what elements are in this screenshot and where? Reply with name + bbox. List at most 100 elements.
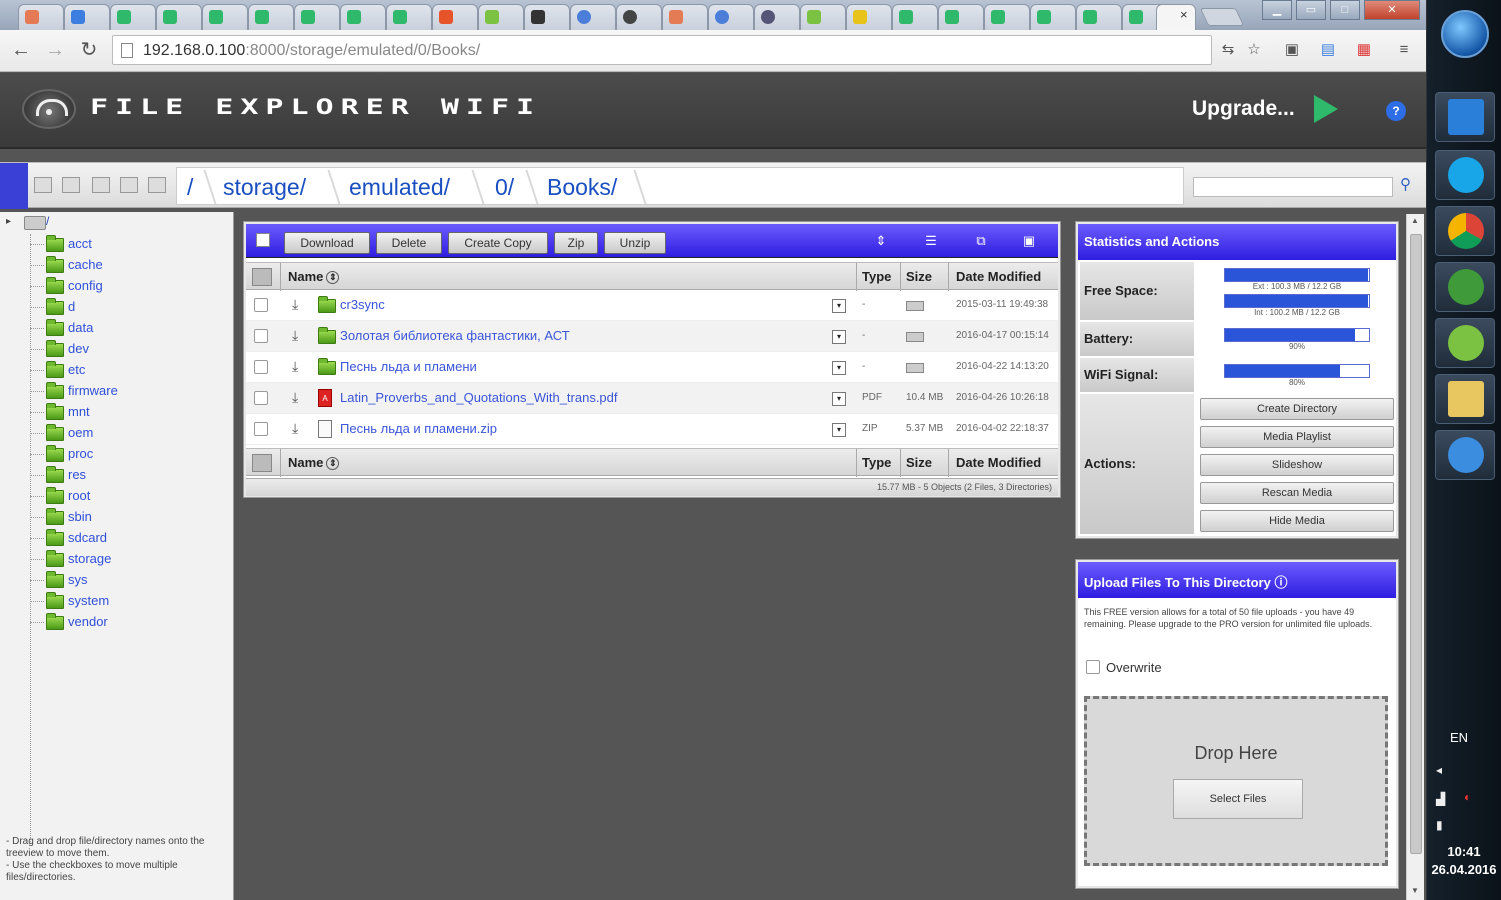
tree-item-label[interactable]: root <box>68 488 90 503</box>
row-menu-icon[interactable]: ▾ <box>832 361 846 375</box>
tray-clock[interactable]: 10:41 26.04.2016 <box>1430 843 1498 879</box>
tree-item-label[interactable]: etc <box>68 362 85 377</box>
overwrite-label[interactable]: Overwrite <box>1106 660 1162 675</box>
tree-toggle-icon[interactable]: ▸ <box>6 216 11 227</box>
download-icon[interactable]: ⤓ <box>292 389 298 406</box>
tree-item-label[interactable]: oem <box>68 425 93 440</box>
tree-item[interactable]: sbin <box>30 507 230 527</box>
tree-item[interactable]: sys <box>30 570 230 590</box>
tree-item[interactable]: acct <box>30 234 230 254</box>
browser-tab[interactable] <box>64 4 110 30</box>
new-tab-button[interactable] <box>1199 8 1245 26</box>
sort-toggle-icon[interactable]: ⇕ <box>326 457 340 470</box>
start-button-icon[interactable] <box>1441 10 1489 58</box>
bookmark-star-icon[interactable]: ☆ <box>1244 40 1264 60</box>
browser-tab[interactable] <box>294 4 340 30</box>
rescan-media-button[interactable]: Rescan Media <box>1200 482 1394 504</box>
taskbar-app[interactable] <box>1435 318 1495 368</box>
browser-tab[interactable] <box>1030 4 1076 30</box>
maximize-window-button[interactable]: □ <box>1330 0 1360 20</box>
tree-item-label[interactable]: data <box>68 320 93 335</box>
list-view-icon[interactable]: ☰ <box>922 233 940 249</box>
create-directory-button[interactable]: Create Directory <box>1200 398 1394 420</box>
music-icon[interactable] <box>148 177 166 193</box>
search-icon[interactable]: ⚲ <box>1400 175 1411 193</box>
tree-item-label[interactable]: cache <box>68 257 103 272</box>
file-name[interactable]: cr3sync <box>340 297 385 312</box>
browser-tab[interactable] <box>708 4 754 30</box>
taskbar-app[interactable] <box>1435 430 1495 480</box>
tree-item-label[interactable]: storage <box>68 551 111 566</box>
minimize-window-button[interactable]: ▁ <box>1262 0 1292 20</box>
browser-tab[interactable] <box>984 4 1030 30</box>
taskbar-app[interactable] <box>1435 92 1495 142</box>
browser-tab[interactable] <box>110 4 156 30</box>
browser-tab[interactable] <box>846 4 892 30</box>
taskbar-app[interactable] <box>1435 150 1495 200</box>
tree-item[interactable]: root <box>30 486 230 506</box>
sort-toggle-icon[interactable]: ⇕ <box>326 271 340 284</box>
column-name[interactable]: Name ⇕ <box>288 455 340 470</box>
table-row[interactable]: ⤓ Песнь льда и пламени ▾ - 2016-04-22 14… <box>246 352 1058 383</box>
tree-item-label[interactable]: system <box>68 593 109 608</box>
file-name[interactable]: Песнь льда и пламени.zip <box>340 421 497 436</box>
home-icon[interactable] <box>34 177 52 193</box>
taskbar-app[interactable] <box>1435 262 1495 312</box>
tree-item-label[interactable]: mnt <box>68 404 90 419</box>
file-name[interactable]: Золотая библиотека фантастики, АСТ <box>340 328 570 343</box>
back-arrow-icon[interactable]: ← <box>8 38 34 64</box>
tree-item-label[interactable]: firmware <box>68 383 118 398</box>
page-scrollbar[interactable]: ▲ ▼ <box>1406 214 1424 900</box>
media-playlist-button[interactable]: Media Playlist <box>1200 426 1394 448</box>
download-icon[interactable]: ⤓ <box>292 327 298 344</box>
column-size[interactable]: Size <box>906 455 932 470</box>
tree-item-label[interactable]: sdcard <box>68 530 107 545</box>
close-window-button[interactable]: ✕ <box>1364 0 1420 20</box>
unzip-button[interactable]: Unzip <box>604 232 666 254</box>
browser-tab[interactable] <box>570 4 616 30</box>
volume-icon[interactable]: ◐ <box>1464 790 1471 804</box>
select-files-button[interactable]: Select Files <box>1173 779 1303 819</box>
browser-tab[interactable] <box>432 4 478 30</box>
upgrade-link[interactable]: Upgrade... <box>1192 97 1295 121</box>
tree-item-label[interactable]: vendor <box>68 614 108 629</box>
breadcrumb-0[interactable]: 0/ <box>495 174 514 201</box>
slideshow-button[interactable]: Slideshow <box>1200 454 1394 476</box>
extension-icon[interactable]: ▤ <box>1318 40 1338 60</box>
row-checkbox[interactable] <box>254 329 268 343</box>
download-icon[interactable]: ⤓ <box>292 358 298 375</box>
tree-item-label[interactable]: dev <box>68 341 89 356</box>
reload-icon[interactable]: ↻ <box>76 38 102 64</box>
tree-item[interactable]: system <box>30 591 230 611</box>
browser-tab[interactable] <box>892 4 938 30</box>
row-menu-icon[interactable]: ▾ <box>832 392 846 406</box>
tree-item[interactable]: sdcard <box>30 528 230 548</box>
row-checkbox[interactable] <box>254 298 268 312</box>
browser-tab[interactable] <box>340 4 386 30</box>
help-icon[interactable]: ? <box>1386 101 1406 121</box>
file-name[interactable]: Песнь льда и пламени <box>340 359 477 374</box>
translate-icon[interactable]: ⇆ <box>1218 40 1238 60</box>
extension-icon[interactable]: ▦ <box>1354 40 1374 60</box>
zip-button[interactable]: Zip <box>554 232 598 254</box>
restore-window-button[interactable]: ▭ <box>1296 0 1326 20</box>
scroll-up-icon[interactable]: ▲ <box>1411 216 1419 225</box>
menu-icon[interactable]: ≡ <box>1394 40 1414 60</box>
row-checkbox[interactable] <box>254 391 268 405</box>
overwrite-checkbox[interactable] <box>1086 660 1100 674</box>
tree-item[interactable]: cache <box>30 255 230 275</box>
tree-root-label[interactable]: / <box>46 214 49 228</box>
thumbnail-view-icon[interactable]: ▣ <box>1020 233 1038 249</box>
tree-item-label[interactable]: config <box>68 278 103 293</box>
tree-item[interactable]: d <box>30 297 230 317</box>
row-menu-icon[interactable]: ▾ <box>832 423 846 437</box>
browser-tab[interactable] <box>524 4 570 30</box>
pictures-icon[interactable] <box>120 177 138 193</box>
sdcard-icon[interactable] <box>62 177 80 193</box>
browser-tab[interactable] <box>248 4 294 30</box>
column-type[interactable]: Type <box>862 269 891 284</box>
play-store-icon[interactable] <box>1314 95 1338 123</box>
extension-icon[interactable]: ▣ <box>1282 40 1302 60</box>
file-name[interactable]: Latin_Proverbs_and_Quotations_With_trans… <box>340 390 618 405</box>
row-menu-icon[interactable]: ▾ <box>832 299 846 313</box>
